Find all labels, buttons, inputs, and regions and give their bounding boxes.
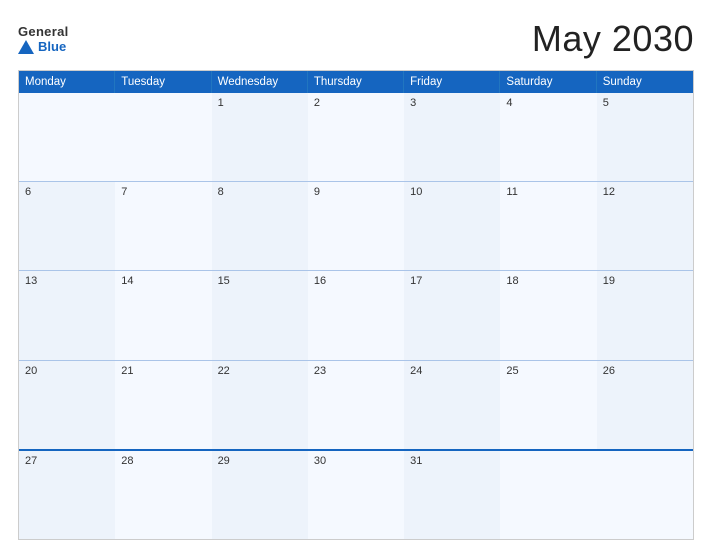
day-cell: 5 <box>597 93 693 181</box>
day-number: 14 <box>121 275 205 287</box>
day-number: 20 <box>25 365 109 377</box>
logo-blue-text: Blue <box>38 39 66 54</box>
day-cell: 18 <box>500 271 596 359</box>
logo: General Blue <box>18 24 69 54</box>
day-number: 3 <box>410 97 494 109</box>
header-saturday: Saturday <box>500 71 596 93</box>
day-cell: 26 <box>597 361 693 449</box>
day-number: 1 <box>218 97 302 109</box>
week-row-3: 13 14 15 16 17 18 19 <box>19 270 693 359</box>
day-number: 30 <box>314 455 398 467</box>
day-cell <box>597 451 693 539</box>
day-cell: 22 <box>212 361 308 449</box>
day-number: 28 <box>121 455 205 467</box>
week-row-5: 27 28 29 30 31 <box>19 449 693 539</box>
day-number: 18 <box>506 275 590 287</box>
day-number: 11 <box>506 186 590 198</box>
header-tuesday: Tuesday <box>115 71 211 93</box>
day-cell: 15 <box>212 271 308 359</box>
week-row-2: 67 89 10 11 12 <box>19 181 693 270</box>
day-cell: 17 <box>404 271 500 359</box>
day-cell <box>19 93 115 181</box>
day-cell: 25 <box>500 361 596 449</box>
day-number: 17 <box>410 275 494 287</box>
day-cell: 1 <box>212 93 308 181</box>
day-number: 13 <box>25 275 109 287</box>
header: General Blue May 2030 <box>18 18 694 60</box>
logo-blue-row: Blue <box>18 39 66 54</box>
header-wednesday: Wednesday <box>212 71 308 93</box>
day-number: 12 <box>603 186 687 198</box>
header-thursday: Thursday <box>308 71 404 93</box>
day-number: 24 <box>410 365 494 377</box>
day-number: 25 <box>506 365 590 377</box>
day-cell: 9 <box>308 182 404 270</box>
week-row-4: 20 21 22 23 24 25 26 <box>19 360 693 449</box>
day-number: 10 <box>410 186 494 198</box>
month-title: May 2030 <box>532 18 694 60</box>
header-sunday: Sunday <box>597 71 693 93</box>
day-number: 29 <box>218 455 302 467</box>
day-number: 16 <box>314 275 398 287</box>
day-cell: 21 <box>115 361 211 449</box>
day-number: 9 <box>314 186 398 198</box>
day-number: 21 <box>121 365 205 377</box>
logo-triangle-icon <box>18 40 34 54</box>
week-row-1: 1234 5 <box>19 93 693 181</box>
day-number: 22 <box>218 365 302 377</box>
calendar-page: General Blue May 2030 Monday Tuesday Wed… <box>0 0 712 550</box>
day-cell: 2 <box>308 93 404 181</box>
day-number: 7 <box>121 186 205 198</box>
day-number: 5 <box>603 97 687 109</box>
weeks-container: 1234567891011121314151617181920212223242… <box>19 93 693 539</box>
day-cell: 6 <box>19 182 115 270</box>
day-cell: 23 <box>308 361 404 449</box>
day-number: 15 <box>218 275 302 287</box>
day-cell: 29 <box>212 451 308 539</box>
day-cell: 27 <box>19 451 115 539</box>
day-cell: 30 <box>308 451 404 539</box>
day-number: 2 <box>314 97 398 109</box>
day-number: 31 <box>410 455 494 467</box>
header-friday: Friday <box>404 71 500 93</box>
day-cell <box>115 93 211 181</box>
day-cell: 14 <box>115 271 211 359</box>
day-cell: 8 <box>212 182 308 270</box>
day-cell: 19 <box>597 271 693 359</box>
day-cell <box>500 451 596 539</box>
day-number: 8 <box>218 186 302 198</box>
day-cell: 20 <box>19 361 115 449</box>
day-cell: 4 <box>500 93 596 181</box>
day-cell: 28 <box>115 451 211 539</box>
header-monday: Monday <box>19 71 115 93</box>
logo-general-text: General <box>18 24 69 39</box>
day-cell: 24 <box>404 361 500 449</box>
day-number: 4 <box>506 97 590 109</box>
day-number: 26 <box>603 365 687 377</box>
day-cell: 10 <box>404 182 500 270</box>
day-cell: 16 <box>308 271 404 359</box>
day-cell: 7 <box>115 182 211 270</box>
day-cell: 13 <box>19 271 115 359</box>
day-number: 19 <box>603 275 687 287</box>
calendar: Monday Tuesday Wednesday Thursday Friday… <box>18 70 694 540</box>
day-headers: Monday Tuesday Wednesday Thursday Friday… <box>19 71 693 93</box>
day-cell: 3 <box>404 93 500 181</box>
day-number: 27 <box>25 455 109 467</box>
day-number: 23 <box>314 365 398 377</box>
day-number: 6 <box>25 186 109 198</box>
day-cell: 11 <box>500 182 596 270</box>
day-cell: 31 <box>404 451 500 539</box>
day-cell: 12 <box>597 182 693 270</box>
